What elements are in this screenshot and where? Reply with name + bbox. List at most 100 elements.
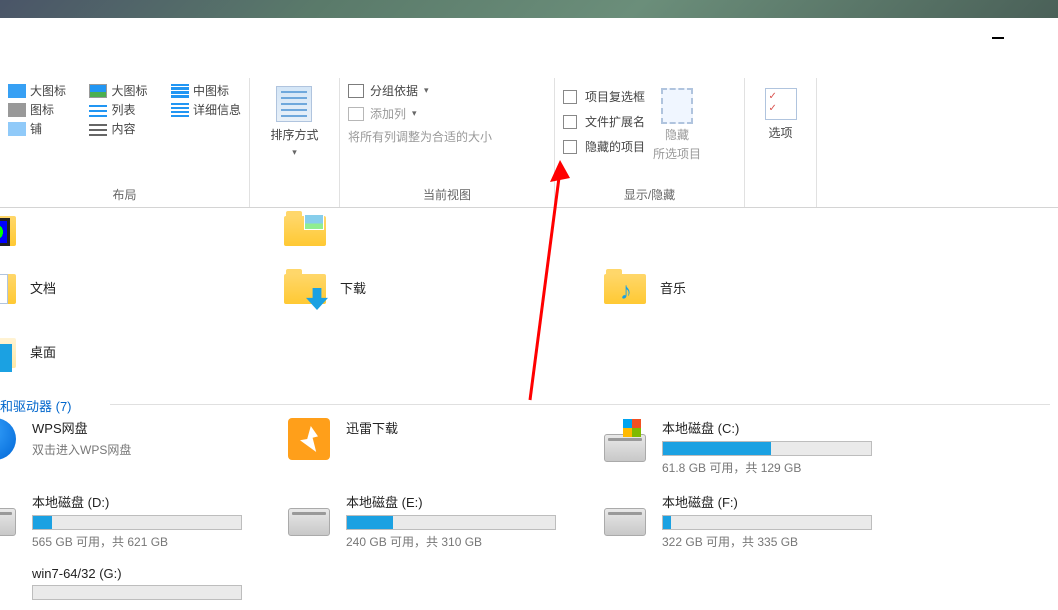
doc-overlay-icon <box>0 274 8 304</box>
caret-icon: ▾ <box>424 85 429 96</box>
drive-wps[interactable]: WPS网盘 双击进入WPS网盘 <box>0 418 294 462</box>
fit-columns-button[interactable]: 将所有列调整为合适的大小 <box>348 128 492 145</box>
view-small-icons[interactable]: 图标 <box>8 101 77 118</box>
view-list[interactable]: 列表 <box>89 101 159 118</box>
sort-label: 排序方式 <box>270 126 318 143</box>
drive-c[interactable]: 本地磁盘 (C:) 61.8 GB 可用，共 129 GB <box>604 418 924 476</box>
tile-icon <box>8 122 26 136</box>
checkbox-icon <box>563 115 577 129</box>
checkbox-icon <box>563 90 577 104</box>
l-icon <box>89 84 107 98</box>
sort-button[interactable]: 排序方式 ▾ <box>262 82 326 162</box>
capacity-bar <box>32 585 242 600</box>
view-content[interactable]: 内容 <box>89 120 159 137</box>
content-icon <box>89 122 107 136</box>
drive-e[interactable]: 本地磁盘 (E:) 240 GB 可用，共 310 GB <box>288 492 608 550</box>
group-label <box>745 187 816 207</box>
capacity-fill <box>663 516 671 529</box>
drive-name: WPS网盘 <box>32 418 294 437</box>
options-label: 选项 <box>768 124 792 141</box>
content-area: 文档 下载 ♪ 音乐 桌面 和驱动器 (7) WPS网盘 双击进入WPS网盘 <box>0 208 1058 592</box>
options-button[interactable]: 选项 <box>759 82 803 147</box>
cb-label: 隐藏的项目 <box>585 138 645 155</box>
file-extensions-toggle[interactable]: 文件扩展名 <box>563 113 645 130</box>
drive-sub: 322 GB 可用，共 335 GB <box>662 533 924 550</box>
caret-down-icon: ▾ <box>292 147 297 158</box>
item-label: 添加列 <box>370 105 406 122</box>
disk-c-icon <box>604 418 648 462</box>
ribbon-group-sort: 排序方式 ▾ <box>250 78 340 207</box>
folder-downloads[interactable]: 下载 <box>284 266 604 308</box>
ribbon: 大图标 大图标 中图标 图标 列表 详细信息 铺 内容 布局 排序方式 ▾ <box>0 78 1058 208</box>
drive-d[interactable]: 本地磁盘 (D:) 565 GB 可用，共 621 GB <box>0 492 294 550</box>
downloads-icon <box>284 266 326 308</box>
layout-label: 列表 <box>111 101 135 118</box>
view-tiles[interactable]: 铺 <box>8 120 77 137</box>
music-note-icon: ♪ <box>620 280 642 306</box>
item-label: 分组依据 <box>370 82 418 99</box>
window-edge <box>0 0 1058 18</box>
folder-desktop[interactable]: 桌面 <box>0 330 274 372</box>
drive-xunlei[interactable]: 迅雷下载 <box>288 418 608 462</box>
xunlei-icon <box>288 418 332 462</box>
capacity-fill <box>33 516 52 529</box>
ribbon-group-layout: 大图标 大图标 中图标 图标 列表 详细信息 铺 内容 布局 <box>0 78 250 207</box>
folder-label: 音乐 <box>660 278 686 297</box>
folder-pictures[interactable] <box>284 208 604 250</box>
group-label: 当前视图 <box>340 184 554 207</box>
desktop-icon <box>0 330 16 372</box>
disk-f-icon <box>604 492 648 536</box>
folder-videos[interactable] <box>0 208 284 250</box>
view-large-icons[interactable]: 大图标 <box>89 82 159 99</box>
folder-documents[interactable]: 文档 <box>0 266 284 308</box>
hidden-items-toggle[interactable]: 隐藏的项目 <box>563 138 645 155</box>
drive-sub: 565 GB 可用，共 621 GB <box>32 533 294 550</box>
m-icon <box>171 84 189 98</box>
drive-f[interactable]: 本地磁盘 (F:) 322 GB 可用，共 335 GB <box>604 492 924 550</box>
group-by-button[interactable]: 分组依据 ▾ <box>348 82 492 99</box>
folder-label: 下载 <box>340 278 366 297</box>
divider <box>110 404 1050 405</box>
layout-label: 详细信息 <box>193 101 241 118</box>
drive-name: 迅雷下载 <box>346 418 608 437</box>
drive-g[interactable]: win7-64/32 (G:) <box>0 566 294 610</box>
s-icon <box>8 103 26 117</box>
layout-label: 铺 <box>30 120 42 137</box>
layout-label: 大图标 <box>30 82 66 99</box>
pictures-icon <box>284 208 326 250</box>
cb-label: 文件扩展名 <box>585 113 645 130</box>
view-extra-large-icons[interactable]: 大图标 <box>8 82 77 99</box>
video-overlay-icon <box>0 218 10 246</box>
documents-icon <box>0 266 16 308</box>
detail-icon <box>171 103 189 117</box>
videos-icon <box>0 208 16 250</box>
folder-label: 文档 <box>30 278 56 297</box>
music-icon: ♪ <box>604 266 646 308</box>
minimize-icon <box>992 37 1004 39</box>
hide-selected-button[interactable]: 隐藏 所选项目 <box>645 82 709 162</box>
drive-name: 本地磁盘 (E:) <box>346 492 608 511</box>
view-details[interactable]: 详细信息 <box>171 101 241 118</box>
disk-g-icon <box>0 566 18 610</box>
folder-label: 桌面 <box>30 342 56 361</box>
drive-name: 本地磁盘 (D:) <box>32 492 294 511</box>
item-checkboxes-toggle[interactable]: 项目复选框 <box>563 88 645 105</box>
ribbon-group-options: 选项 <box>745 78 817 207</box>
capacity-bar <box>32 515 242 530</box>
section-label: 和驱动器 (7) <box>0 399 72 414</box>
disk-e-icon <box>288 492 332 536</box>
folder-music[interactable]: ♪ 音乐 <box>604 266 904 308</box>
ribbon-group-current-view: 分组依据 ▾ 添加列 ▾ 将所有列调整为合适的大小 当前视图 <box>340 78 555 207</box>
layout-label: 中图标 <box>193 82 229 99</box>
addcol-icon <box>348 107 364 121</box>
disk-d-icon <box>0 492 18 536</box>
layout-label: 大图标 <box>111 82 147 99</box>
group-label <box>250 187 339 207</box>
groupby-icon <box>348 84 364 98</box>
view-medium-icons[interactable]: 中图标 <box>171 82 241 99</box>
layout-label: 内容 <box>111 120 135 137</box>
titlebar <box>0 18 1058 78</box>
minimize-button[interactable] <box>978 24 1018 52</box>
add-column-button[interactable]: 添加列 ▾ <box>348 105 492 122</box>
drives-section-header[interactable]: 和驱动器 (7) <box>0 390 72 421</box>
